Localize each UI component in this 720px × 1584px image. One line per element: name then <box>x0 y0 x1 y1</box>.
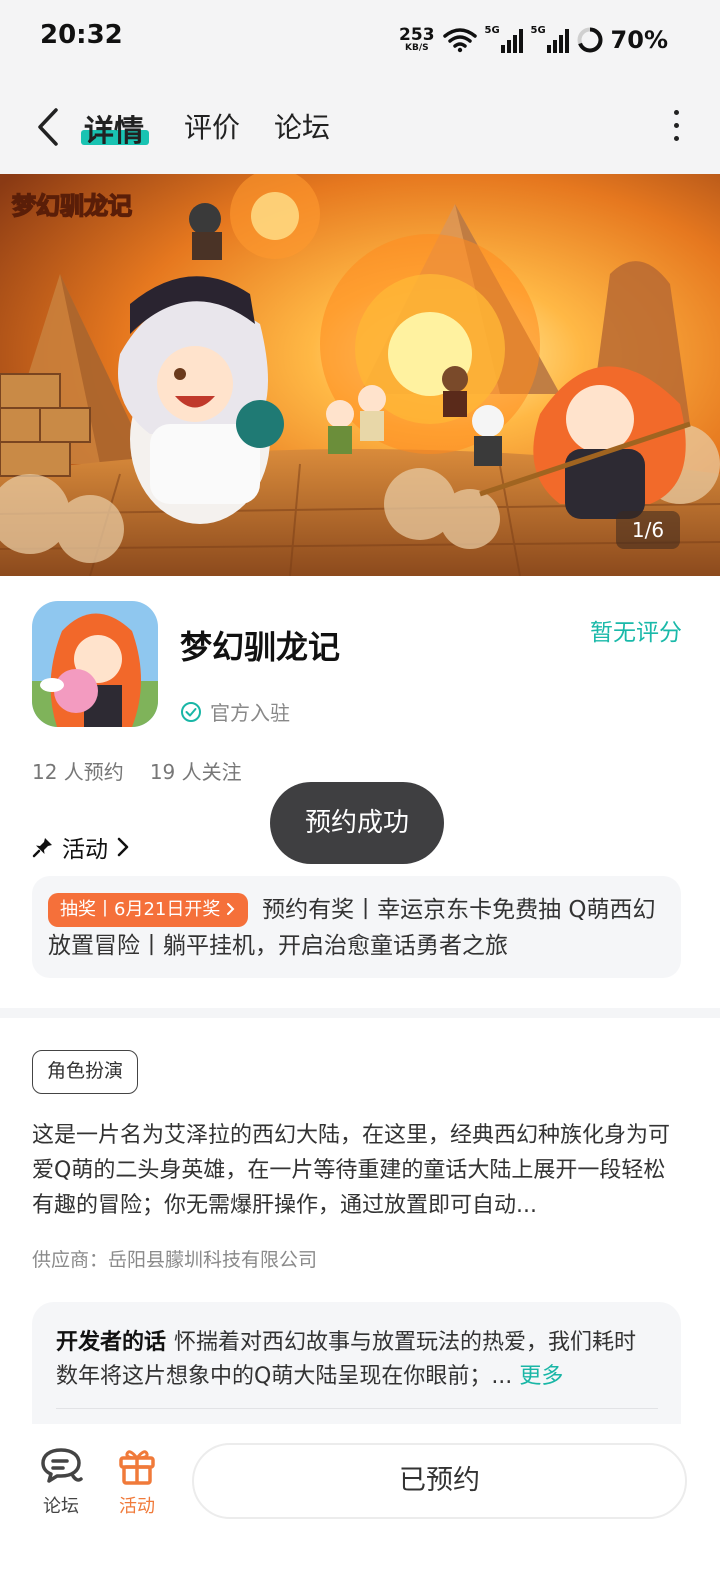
chevron-right-icon <box>117 837 129 857</box>
developer-note: 开发者的话 怀揣着对西幻故事与放置玩法的热爱，我们耗时数年将这片想象中的Q萌大陆呈… <box>56 1326 658 1394</box>
gift-icon <box>119 1450 155 1485</box>
sim2-label: 5G <box>530 25 546 36</box>
follower-count: 19 人关注 <box>149 760 242 784</box>
activity-nav-label: 活动 <box>119 1496 155 1517</box>
status-icons: 253 KB/S 5G 5G 70% <box>399 22 668 58</box>
bottom-bar: 论坛 活动 已预约 <box>0 1424 720 1584</box>
banner-logo: 梦幻驯龙记 <box>12 192 132 220</box>
supplier-info: 供应商：岳阳县朦圳科技有限公司 <box>32 1249 318 1271</box>
verified-check-icon <box>181 701 201 722</box>
app-icon <box>32 601 158 727</box>
developer-note-card: 开发者的话 怀揣着对西幻故事与放置玩法的热爱，我们耗时数年将这片想象中的Q萌大陆呈… <box>32 1302 681 1442</box>
top-nav: 详情 评价 论坛 <box>0 80 720 174</box>
forum-nav-label: 论坛 <box>43 1496 79 1517</box>
genre-tag[interactable]: 角色扮演 <box>32 1050 139 1094</box>
lottery-badge[interactable]: 抽奖丨6月21日开奖 <box>48 893 249 927</box>
tab-forum[interactable]: 论坛 <box>274 106 330 146</box>
status-time: 20:32 <box>40 20 123 50</box>
toast-message: 预约成功 <box>270 782 444 864</box>
developer-note-label: 开发者的话 <box>56 1330 167 1355</box>
section-divider <box>0 1008 720 1018</box>
activity-card[interactable]: 抽奖丨6月21日开奖 预约有奖丨幸运京东卡免费抽 Q萌西幻放置冒险丨躺平挂机，开… <box>32 876 681 978</box>
pin-icon <box>32 838 52 858</box>
banner-carousel[interactable]: 梦幻驯龙记 1/6 <box>0 174 720 576</box>
app-stats: 12 人预约 19 人关注 <box>32 756 242 785</box>
forum-nav-button[interactable]: 论坛 <box>26 1446 96 1518</box>
activity-header[interactable]: 活动 <box>32 830 130 864</box>
tab-details[interactable]: 详情 <box>84 106 144 150</box>
sim1-label: 5G <box>484 25 500 36</box>
activity-title: 活动 <box>62 837 108 863</box>
more-link[interactable]: 更多 <box>519 1364 563 1389</box>
network-speed: 253 KB/S <box>399 27 435 53</box>
official-label: 官方入驻 <box>210 701 290 725</box>
activity-content: 抽奖丨6月21日开奖 预约有奖丨幸运京东卡免费抽 Q萌西幻放置冒险丨躺平挂机，开… <box>48 892 668 964</box>
banner-page-counter: 1/6 <box>616 511 680 549</box>
wifi-icon <box>442 28 477 53</box>
status-bar: 20:32 253 KB/S 5G 5G 70% <box>0 0 720 80</box>
banner-illustration: 梦幻驯龙记 <box>0 174 720 576</box>
network-speed-value: 253 <box>399 25 435 45</box>
reserved-button[interactable]: 已预约 <box>192 1443 687 1519</box>
forum-chat-icon <box>41 1448 83 1483</box>
divider-line <box>56 1408 658 1409</box>
network-speed-unit: KB/S <box>404 43 429 53</box>
app-name: 梦幻驯龙记 <box>180 628 341 666</box>
official-badge: 官方入驻 <box>180 697 290 726</box>
tab-reviews[interactable]: 评价 <box>184 106 240 146</box>
back-arrow-icon[interactable] <box>30 104 70 150</box>
reservation-count: 12 人预约 <box>32 760 124 784</box>
game-description[interactable]: 这是一片名为艾泽拉的西幻大陆，在这里，经典西幻种族化身为可爱Q萌的二头身英雄，在… <box>32 1118 684 1223</box>
battery-percent: 70% <box>610 26 668 54</box>
battery-icon <box>577 27 603 53</box>
signal-icon-sim1: 5G <box>484 25 523 53</box>
lottery-badge-label: 抽奖丨6月21日开奖 <box>60 899 221 920</box>
rating-status[interactable]: 暂无评分 <box>590 613 682 647</box>
activity-nav-button[interactable]: 活动 <box>102 1446 172 1518</box>
more-options-icon[interactable] <box>668 110 684 144</box>
signal-icon-sim2: 5G <box>530 25 569 53</box>
badge-chevron-icon <box>227 903 235 915</box>
